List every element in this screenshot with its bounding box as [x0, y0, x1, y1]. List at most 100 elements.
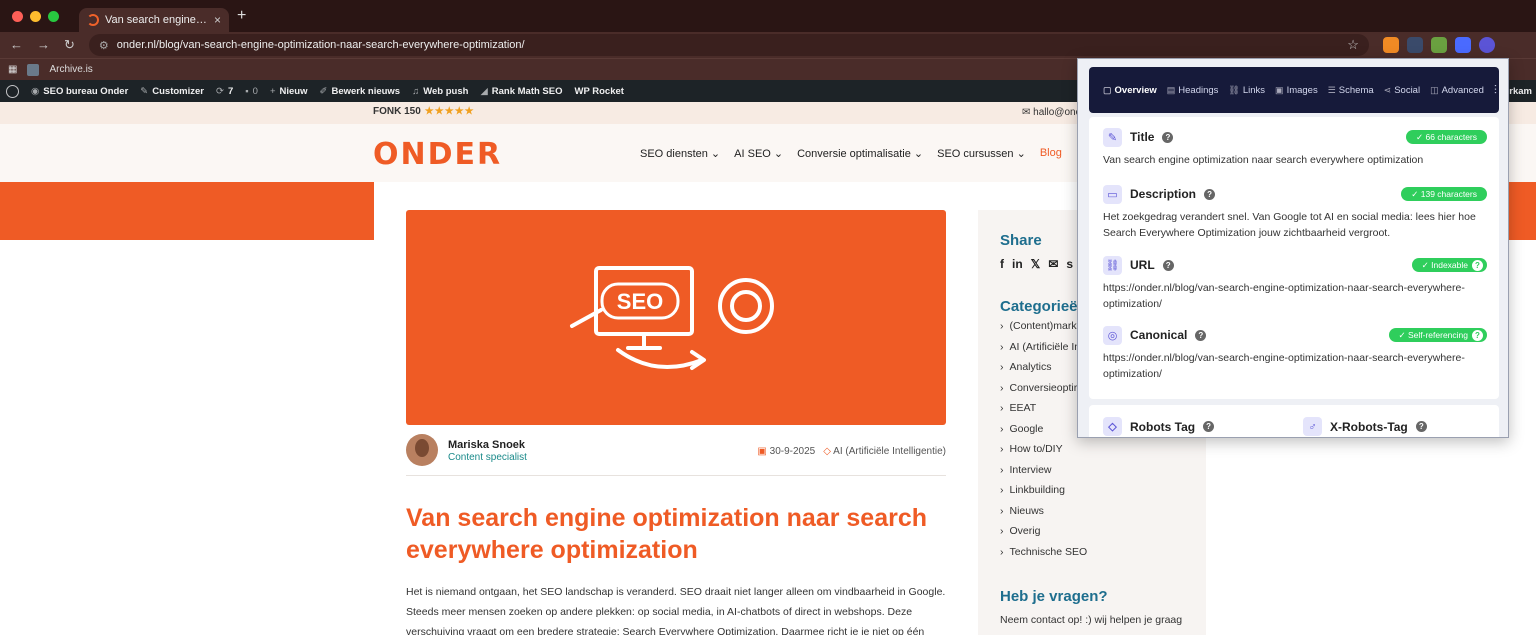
site-settings-icon[interactable]: ⚙	[99, 39, 109, 52]
help-icon[interactable]: ?	[1472, 259, 1483, 271]
list-item[interactable]: How to/DIY	[1000, 443, 1087, 464]
list-item[interactable]: Analytics	[1000, 361, 1087, 382]
bookmark-star-icon[interactable]: ☆	[1347, 37, 1359, 53]
seo-illustration-icon: SEO	[570, 266, 774, 370]
author-role: Content specialist	[448, 452, 527, 463]
admin-rank-math[interactable]: ◢ Rank Math SEO	[480, 86, 562, 97]
nav-ai-seo[interactable]: AI SEO ⌄	[734, 147, 783, 160]
forward-icon[interactable]: →	[37, 37, 50, 53]
browser-toolbar: ← → ↻ ⚙ onder.nl/blog/van-search-engine-…	[0, 32, 1536, 58]
list-item[interactable]: (Content)mark	[1000, 320, 1087, 341]
extension-seo-icon[interactable]	[1454, 37, 1471, 53]
extension-icon[interactable]	[1406, 37, 1423, 53]
extension-icon[interactable]	[1430, 37, 1447, 53]
help-icon[interactable]: ?	[1472, 329, 1483, 341]
facebook-icon[interactable]: f	[1000, 257, 1004, 271]
mail-icon[interactable]: ✉	[1048, 257, 1058, 271]
admin-comments[interactable]: ▪ 0	[245, 86, 258, 97]
nav-blog[interactable]: Blog	[1040, 147, 1062, 160]
list-item[interactable]: EEAT	[1000, 402, 1087, 423]
admin-new[interactable]: + Nieuw	[270, 86, 308, 97]
calendar-icon: ▣	[757, 446, 767, 457]
indexable-badge: ✓ Indexable?	[1411, 258, 1487, 272]
list-item[interactable]: Conversieoptir	[1000, 382, 1087, 403]
description-icon: ▭	[1103, 184, 1122, 204]
robots-tag-field: ◇ Robots Tag ?	[1103, 417, 1215, 436]
image-icon: ▣	[1275, 84, 1284, 95]
fonk-rating: FONK 150 ★★★★★	[373, 106, 475, 117]
overview-icon: ▢	[1103, 84, 1112, 95]
close-tab-icon[interactable]: ×	[214, 13, 221, 27]
contact-email[interactable]: ✉ hallo@onc	[1022, 107, 1081, 118]
x-robots-tag-field: ♂ X-Robots-Tag ?	[1303, 417, 1427, 436]
nav-conversie[interactable]: Conversie optimalisatie ⌄	[797, 147, 923, 160]
tab-overview[interactable]: ▢ Overview	[1103, 85, 1157, 96]
list-item[interactable]: Interview	[1000, 464, 1087, 485]
hero-band-right	[1506, 182, 1536, 240]
share-icons: f in 𝕏 ✉ s	[1000, 257, 1073, 271]
questions-text: Neem contact op! :) wij helpen je graag	[1000, 614, 1183, 626]
list-item[interactable]: Linkbuilding	[1000, 484, 1087, 505]
extension-a-icon[interactable]	[1382, 37, 1399, 53]
zoom-window-button[interactable]	[48, 10, 59, 22]
nav-seo-diensten[interactable]: SEO diensten ⌄	[640, 147, 720, 160]
browser-tab[interactable]: Van search engine optimizatio ×	[79, 8, 229, 32]
headings-icon: ▤	[1166, 84, 1176, 95]
admin-web-push[interactable]: ♫ Web push	[412, 86, 468, 97]
share-icon: ⋖	[1383, 84, 1392, 95]
canonical-value: https://onder.nl/blog/van-search-engine-…	[1103, 352, 1465, 380]
list-item[interactable]: Overig	[1000, 525, 1087, 546]
admin-edit-post[interactable]: ✐ Bewerk nieuws	[319, 86, 400, 97]
address-bar[interactable]: ⚙ onder.nl/blog/van-search-engine-optimi…	[88, 34, 1369, 56]
list-item[interactable]: AI (Artificiële In	[1000, 341, 1087, 362]
reload-icon[interactable]: ↻	[64, 37, 75, 53]
help-icon[interactable]: ?	[1162, 259, 1174, 271]
x-icon[interactable]: 𝕏	[1031, 257, 1041, 271]
seo-extension-popup: ▢ Overview ▤ Headings ⛓ Links ▣ Images ☰ Sche…	[1077, 58, 1509, 438]
post-category[interactable]: AI (Artificiële Intelligentie)	[833, 446, 946, 457]
description-value: Het zoekgedrag verandert snel. Van Googl…	[1103, 211, 1476, 239]
settings-sliders-icon[interactable]: ⫶	[1494, 83, 1497, 98]
help-icon[interactable]: ?	[1195, 329, 1207, 341]
canonical-label: Canonical	[1130, 328, 1188, 342]
new-tab-icon[interactable]: +	[237, 7, 246, 25]
tab-schema[interactable]: ☰ Schema	[1328, 85, 1374, 96]
canonical-icon: ◎	[1103, 325, 1122, 345]
help-icon[interactable]: ?	[1415, 421, 1427, 432]
robots-card: ◇ Robots Tag ? ♂ X-Robots-Tag ?	[1089, 405, 1499, 437]
help-icon[interactable]: ?	[1204, 188, 1216, 200]
list-item[interactable]: Nieuws	[1000, 505, 1087, 526]
site-favicon-icon	[87, 14, 99, 26]
tab-advanced[interactable]: ◫ Advanced	[1430, 85, 1484, 96]
wordpress-logo-icon[interactable]	[6, 84, 19, 98]
list-item[interactable]: Technische SEO	[1000, 546, 1088, 567]
admin-site-name[interactable]: ◉ SEO bureau Onder	[31, 86, 128, 97]
help-icon[interactable]: ?	[1162, 131, 1174, 143]
site-logo[interactable]: ONDER	[373, 137, 502, 172]
advanced-icon: ◫	[1430, 84, 1439, 95]
bookmark-archive[interactable]: Archive.is	[49, 64, 92, 75]
browser-tabbar: Van search engine optimizatio × +	[0, 0, 1536, 32]
tab-social[interactable]: ⋖ Social	[1384, 85, 1420, 96]
list-item[interactable]: Google	[1000, 423, 1087, 444]
nav-seo-cursussen[interactable]: SEO cursussen ⌄	[937, 147, 1026, 160]
close-window-button[interactable]	[12, 10, 23, 22]
linkedin-icon[interactable]: in	[1012, 257, 1023, 271]
extension-active-icon[interactable]	[1478, 37, 1495, 53]
comment-icon: ▪	[245, 85, 249, 97]
apps-grid-icon[interactable]: ▦	[8, 64, 17, 75]
tag-icon: ◇	[1103, 417, 1122, 436]
admin-wp-rocket[interactable]: WP Rocket	[575, 86, 624, 97]
admin-updates[interactable]: ⟳ 7	[216, 86, 233, 97]
admin-customizer[interactable]: ✎ Customizer	[140, 86, 204, 97]
help-icon[interactable]: ?	[1203, 421, 1215, 432]
minimize-window-button[interactable]	[30, 10, 41, 22]
tab-links[interactable]: ⛓ Links	[1228, 85, 1265, 96]
back-icon[interactable]: ←	[10, 37, 23, 53]
share-more-icon[interactable]: s	[1066, 257, 1073, 271]
tab-images[interactable]: ▣ Images	[1275, 85, 1318, 96]
author-name[interactable]: Mariska Snoek	[448, 439, 525, 451]
self-referencing-badge: ✓ Self-referencing?	[1388, 328, 1487, 342]
rating-stars-icon: ★★★★★	[424, 106, 475, 117]
tab-headings[interactable]: ▤ Headings	[1167, 85, 1219, 96]
